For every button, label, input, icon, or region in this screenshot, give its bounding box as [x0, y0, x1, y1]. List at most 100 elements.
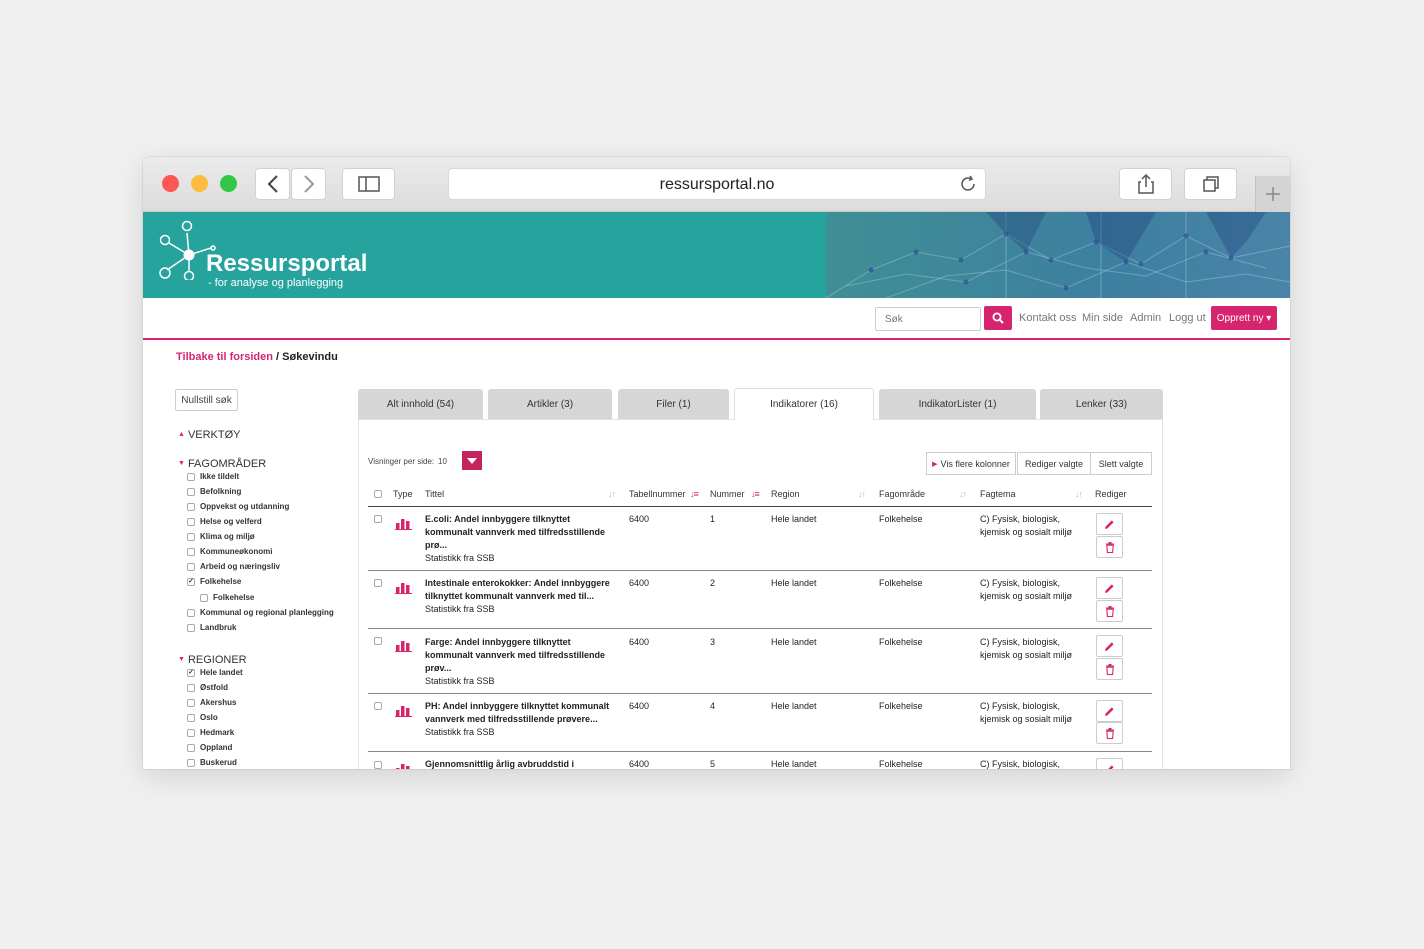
new-tab-button[interactable] [1255, 176, 1290, 212]
column-header-fagomrade[interactable]: Fagområde [879, 489, 925, 499]
filter-region-hele-landet[interactable]: ✓ Hele landet [187, 668, 243, 677]
sort-icon[interactable]: ↓↑ [858, 489, 866, 499]
row-edit-button[interactable] [1096, 635, 1123, 657]
row-title[interactable]: E.coli: Andel innbyggere tilknyttet komm… [425, 513, 617, 565]
back-button[interactable] [255, 168, 290, 200]
sort-desc-icon[interactable]: ↓≡ [690, 489, 699, 499]
checkbox[interactable] [187, 562, 195, 571]
address-bar[interactable]: ressursportal.no [448, 168, 986, 200]
checkbox[interactable] [187, 758, 195, 767]
select-all-checkbox[interactable] [374, 490, 382, 498]
row-title[interactable]: Farge: Andel innbyggere tilknyttet kommu… [425, 636, 617, 688]
column-header-fagtema[interactable]: Fagtema [980, 489, 1016, 499]
sort-icon[interactable]: ↓↑ [608, 489, 616, 499]
sidebar-toggle-button[interactable] [342, 168, 395, 200]
breadcrumb-back-link[interactable]: Tilbake til forsiden [176, 351, 273, 363]
row-title[interactable]: Intestinale enterokokker: Andel innbygge… [425, 577, 617, 616]
nav-link-contact[interactable]: Kontakt oss [1019, 312, 1076, 324]
row-checkbox[interactable] [374, 761, 382, 769]
row-checkbox[interactable] [374, 637, 382, 645]
row-delete-button[interactable] [1096, 600, 1123, 622]
checkbox[interactable] [187, 728, 195, 737]
filter-region-akershus[interactable]: Akershus [187, 698, 236, 707]
row-checkbox[interactable] [374, 702, 382, 710]
filter-region-hedmark[interactable]: Hedmark [187, 728, 234, 737]
row-checkbox[interactable] [374, 579, 382, 587]
row-edit-button[interactable] [1096, 577, 1123, 599]
filter-fag-helse[interactable]: Helse og velferd [187, 517, 262, 526]
filter-fag-arbeid[interactable]: Arbeid og næringsliv [187, 562, 280, 571]
reset-search-button[interactable]: Nullstill søk [175, 389, 238, 411]
filter-fag-folkehelse-sub[interactable]: Folkehelse [200, 593, 254, 602]
filter-fag-befolkning[interactable]: Befolkning [187, 487, 241, 496]
nav-link-my-page[interactable]: Min side [1082, 312, 1123, 324]
tabs-overview-button[interactable] [1184, 168, 1237, 200]
tab-alt-innhold[interactable]: Alt innhold (54) [358, 389, 483, 419]
delete-selected-button[interactable]: Slett valgte [1090, 452, 1152, 475]
checkbox[interactable] [200, 593, 208, 602]
checkbox-checked[interactable]: ✓ [187, 668, 195, 677]
tab-artikler[interactable]: Artikler (3) [488, 389, 612, 419]
filter-fag-kommuneokonomi[interactable]: Kommuneøkonomi [187, 547, 272, 556]
per-page-value[interactable]: 10 [438, 457, 447, 466]
tab-indikatorlister[interactable]: IndikatorLister (1) [879, 389, 1036, 419]
column-header-region[interactable]: Region [771, 489, 800, 499]
filter-fag-landbruk[interactable]: Landbruk [187, 623, 236, 632]
per-page-dropdown-button[interactable] [462, 451, 482, 470]
row-edit-button[interactable] [1096, 700, 1123, 722]
column-header-tittel[interactable]: Tittel [425, 489, 444, 499]
close-window-button[interactable] [162, 175, 179, 192]
reload-icon[interactable] [959, 175, 977, 198]
checkbox[interactable] [187, 713, 195, 722]
section-fagomrader[interactable]: ▼ FAGOMRÅDER [178, 458, 266, 470]
checkbox[interactable] [187, 623, 195, 632]
edit-selected-button[interactable]: Rediger valgte [1017, 452, 1091, 475]
search-button[interactable] [984, 306, 1012, 330]
checkbox[interactable] [187, 547, 195, 556]
row-delete-button[interactable] [1096, 722, 1123, 744]
checkbox[interactable] [187, 608, 195, 617]
create-new-button[interactable]: Opprett ny ▾ [1211, 306, 1277, 330]
filter-fag-ikke-tildelt[interactable]: Ikke tildelt [187, 472, 239, 481]
checkbox[interactable] [187, 502, 195, 511]
row-title[interactable]: PH: Andel innbyggere tilknyttet kommunal… [425, 700, 617, 739]
filter-fag-klima[interactable]: Klima og miljø [187, 532, 255, 541]
more-columns-button[interactable]: ▶ Vis flere kolonner [926, 452, 1016, 475]
sort-icon[interactable]: ↓↑ [959, 489, 967, 499]
site-title[interactable]: Ressursportal [206, 250, 367, 278]
section-verktoy[interactable]: ▲ VERKTØY [178, 429, 241, 441]
filter-fag-folkehelse[interactable]: ✓ Folkehelse [187, 577, 241, 586]
filter-region-ostfold[interactable]: Østfold [187, 683, 228, 692]
checkbox[interactable] [187, 532, 195, 541]
maximize-window-button[interactable] [220, 175, 237, 192]
checkbox[interactable] [187, 683, 195, 692]
checkbox[interactable] [187, 472, 195, 481]
tab-indikatorer[interactable]: Indikatorer (16) [734, 388, 874, 420]
tab-filer[interactable]: Filer (1) [618, 389, 729, 419]
row-edit-button[interactable] [1096, 513, 1123, 535]
filter-fag-oppvekst[interactable]: Oppvekst og utdanning [187, 502, 289, 511]
nav-link-logout[interactable]: Logg ut [1169, 312, 1206, 324]
checkbox[interactable] [187, 517, 195, 526]
sort-icon[interactable]: ↓↑ [1075, 489, 1083, 499]
checkbox[interactable] [187, 743, 195, 752]
filter-region-oslo[interactable]: Oslo [187, 713, 218, 722]
share-button[interactable] [1119, 168, 1172, 200]
column-header-nummer[interactable]: Nummer [710, 489, 745, 499]
checkbox-checked[interactable]: ✓ [187, 577, 195, 586]
row-checkbox[interactable] [374, 515, 382, 523]
row-title[interactable]: Gjennomsnittlig årlig avbruddstid i [425, 758, 617, 769]
row-delete-button[interactable] [1096, 658, 1123, 680]
section-regioner[interactable]: ▼ REGIONER [178, 654, 247, 666]
minimize-window-button[interactable] [191, 175, 208, 192]
checkbox[interactable] [187, 698, 195, 707]
sort-desc-icon[interactable]: ↓≡ [751, 489, 760, 499]
row-delete-button[interactable] [1096, 536, 1123, 558]
filter-fag-planlegging[interactable]: Kommunal og regional planlegging [187, 608, 334, 617]
tab-lenker[interactable]: Lenker (33) [1040, 389, 1163, 419]
search-input[interactable] [875, 307, 981, 331]
checkbox[interactable] [187, 487, 195, 496]
filter-region-oppland[interactable]: Oppland [187, 743, 232, 752]
forward-button[interactable] [291, 168, 326, 200]
column-header-tabellnummer[interactable]: Tabellnummer [629, 489, 686, 499]
